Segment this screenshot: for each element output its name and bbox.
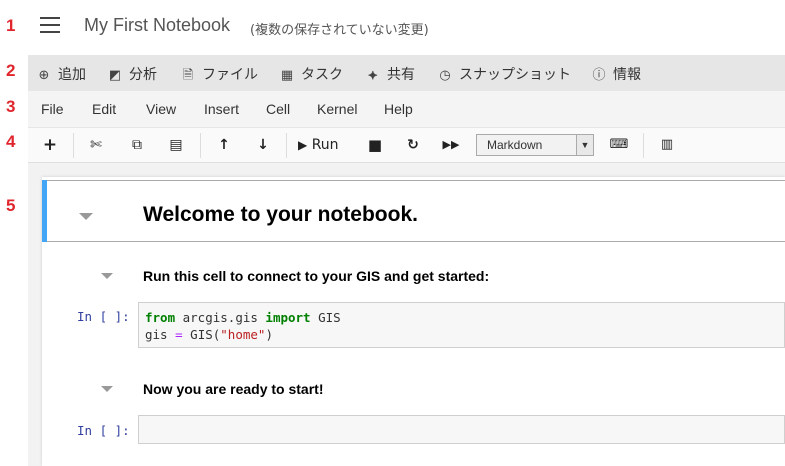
run-button[interactable]: ▶ Run [298, 134, 348, 156]
stop-icon: ■ [367, 136, 383, 154]
marker-4: 4 [6, 132, 16, 151]
toolbar-divider [286, 133, 287, 158]
selection-indicator [42, 180, 47, 242]
analysis-icon: ◩ [108, 68, 122, 83]
info-menu[interactable]: ⓘ 情報 [591, 64, 641, 84]
chevron-down-icon: ▼ [576, 135, 593, 155]
toolbar-divider [643, 133, 644, 158]
restart-button[interactable]: ↻ [402, 134, 424, 156]
code-line: from arcgis.gis import GIS [145, 310, 341, 325]
arrow-up-icon: ↑ [218, 137, 230, 153]
marker-1: 1 [6, 16, 16, 35]
connect-heading: Run this cell to connect to your GIS and… [143, 268, 490, 284]
fast-forward-icon: ▶▶ [442, 138, 460, 151]
move-down-button[interactable]: ↓ [251, 134, 275, 156]
hamburger-menu-icon[interactable] [40, 17, 60, 33]
code-line: gis = GIS("home") [145, 327, 273, 342]
keyboard-icon: ⌨ [609, 137, 629, 152]
notebook-toolbar: + ✄ ⧉ ▤ ↑ ↓ ▶ Run ■ ↻ ▶▶ Markdown ▼ ⌨ ▥ [28, 127, 785, 163]
menu-file[interactable]: File [41, 101, 64, 117]
portal-menu-bar: ⊕ 追加 ◩ 分析 🗎 ファイル ▦ タスク ⯌ 共有 ◷ スナップショット ⓘ 情報 [28, 55, 785, 91]
refresh-icon: ↻ [407, 137, 419, 153]
menu-cell[interactable]: Cell [266, 101, 290, 117]
play-icon: ▶ [298, 138, 308, 152]
copy-button[interactable]: ⧉ [125, 134, 149, 156]
snapshot-menu[interactable]: ◷ スナップショット [437, 64, 571, 84]
interrupt-button[interactable]: ■ [364, 134, 386, 156]
toolbar-divider [73, 133, 74, 158]
code-cell-editor[interactable]: from arcgis.gis import GIS gis = GIS("ho… [138, 302, 785, 348]
marker-3: 3 [6, 97, 16, 116]
arrow-down-icon: ↓ [257, 137, 269, 153]
scissors-icon: ✄ [90, 137, 102, 153]
collapse-heading-icon[interactable] [101, 273, 113, 279]
add-icon: ⊕ [38, 68, 50, 83]
move-up-button[interactable]: ↑ [212, 134, 236, 156]
command-palette-button[interactable]: ⌨ [608, 134, 630, 156]
share-menu[interactable]: ⯌ 共有 [365, 64, 415, 84]
marker-2: 2 [6, 61, 16, 80]
toolbar-divider [200, 133, 201, 158]
copy-icon: ⧉ [132, 137, 142, 153]
add-menu[interactable]: ⊕ 追加 [36, 64, 86, 84]
analysis-menu[interactable]: ◩ 分析 [107, 64, 157, 84]
paste-icon: ▤ [169, 137, 183, 153]
info-icon: ⓘ [592, 68, 606, 83]
calendar-icon: ▦ [280, 68, 294, 83]
collapse-heading-icon[interactable] [101, 386, 113, 392]
file-icon: 🗎 [182, 68, 194, 83]
menu-help[interactable]: Help [384, 101, 413, 117]
bar-chart-icon: ▥ [660, 137, 674, 152]
task-menu[interactable]: ▦ タスク [279, 64, 343, 84]
menu-view[interactable]: View [146, 101, 176, 117]
paste-button[interactable]: ▤ [164, 134, 188, 156]
menu-edit[interactable]: Edit [92, 101, 116, 117]
jupyter-menu-bar: File Edit View Insert Cell Kernel Help [28, 91, 785, 127]
notebook-title[interactable]: My First Notebook [84, 15, 230, 36]
notebook-header: My First Notebook (複数の保存されていない変更) [0, 0, 785, 54]
clock-icon: ◷ [439, 68, 451, 83]
menu-kernel[interactable]: Kernel [317, 101, 357, 117]
input-prompt: In [ ]: [77, 309, 130, 324]
cell-type-select[interactable]: Markdown ▼ [476, 134, 594, 156]
collapse-heading-icon[interactable] [79, 213, 93, 220]
menu-insert[interactable]: Insert [204, 101, 239, 117]
share-icon: ⯌ [367, 68, 379, 83]
welcome-heading: Welcome to your notebook. [143, 203, 418, 226]
empty-code-cell-editor[interactable] [138, 415, 785, 444]
insert-cell-button[interactable]: + [40, 134, 60, 156]
input-prompt: In [ ]: [77, 423, 130, 438]
ready-heading: Now you are ready to start! [143, 381, 324, 397]
file-menu-jp[interactable]: 🗎 ファイル [180, 64, 258, 88]
restart-run-all-button[interactable]: ▶▶ [440, 134, 462, 156]
save-status: (複数の保存されていない変更) [250, 23, 429, 38]
cut-button[interactable]: ✄ [84, 134, 108, 156]
chart-button[interactable]: ▥ [656, 134, 678, 156]
marker-5: 5 [6, 196, 16, 215]
plus-icon: + [42, 135, 58, 155]
